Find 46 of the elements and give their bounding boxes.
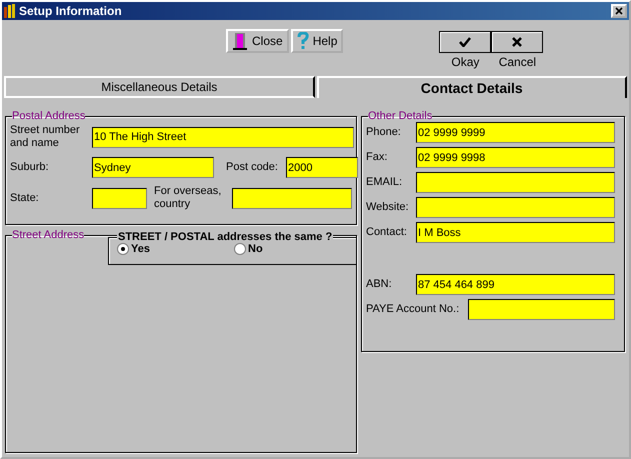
- field-label: Contact:: [366, 226, 408, 239]
- text-field[interactable]: I M Boss: [416, 222, 615, 243]
- radio-option[interactable]: No: [234, 243, 351, 255]
- text-field[interactable]: [416, 197, 615, 218]
- okay-button[interactable]: [439, 31, 492, 53]
- country-field[interactable]: [232, 188, 352, 208]
- field-label: Suburb:: [10, 161, 50, 174]
- text-field[interactable]: 02 9999 9998: [416, 147, 615, 168]
- group-title: STREET / POSTAL addresses the same ?: [117, 231, 334, 243]
- help-icon: [296, 32, 309, 50]
- window-title: Setup Information: [19, 4, 123, 18]
- street-field[interactable]: 10 The High Street: [92, 126, 354, 148]
- button-label: Cancel: [498, 55, 536, 69]
- cancel-button[interactable]: [491, 31, 544, 53]
- close-button[interactable]: [611, 4, 627, 18]
- close-icon: [615, 7, 623, 15]
- field-label: Fax:: [366, 151, 388, 164]
- field-label: Post code:: [226, 161, 279, 174]
- tab[interactable]: Miscellaneous Details: [4, 76, 314, 98]
- tab[interactable]: Contact Details: [316, 76, 627, 98]
- help-button[interactable]: Help: [290, 29, 344, 53]
- field-label: PAYE Account No.:: [366, 303, 460, 316]
- paye-field[interactable]: [468, 299, 615, 320]
- field-label: For overseas, country: [154, 185, 222, 211]
- radio-option[interactable]: Yes: [117, 243, 234, 255]
- field-label: EMAIL:: [366, 176, 404, 189]
- suburb-field[interactable]: Sydney: [92, 157, 214, 178]
- group-title: Postal Address: [12, 110, 86, 122]
- text-field[interactable]: 02 9999 9999: [416, 122, 615, 143]
- close-icon: [512, 37, 522, 47]
- group-title: Other Details: [368, 110, 432, 122]
- field-label: State:: [10, 192, 40, 204]
- group-title: Street Address: [12, 229, 84, 241]
- door-icon: [232, 32, 248, 50]
- checkmark-icon: [459, 37, 472, 47]
- close-button[interactable]: Close: [226, 29, 289, 53]
- field-label: ABN:: [366, 278, 393, 291]
- abn-field[interactable]: 87 454 464 899: [416, 274, 615, 295]
- text-field[interactable]: [416, 172, 615, 193]
- state-field[interactable]: [92, 188, 147, 208]
- books-icon: [4, 4, 16, 18]
- button-label: Okay: [451, 55, 480, 69]
- post-code-field[interactable]: 2000: [286, 157, 358, 178]
- field-label: Website:: [366, 201, 410, 214]
- field-label: Street number and name: [10, 124, 81, 150]
- field-label: Phone:: [366, 126, 402, 139]
